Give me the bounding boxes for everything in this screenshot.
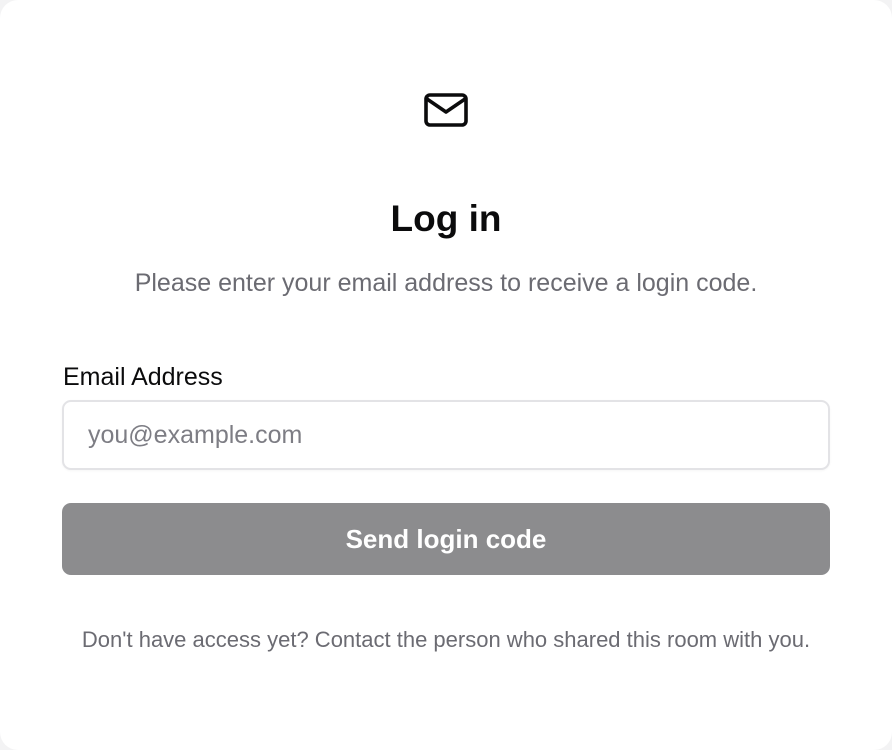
page-subtitle: Please enter your email address to recei… [134, 269, 758, 297]
login-card: Log in Please enter your email address t… [0, 0, 892, 750]
send-login-code-button[interactable]: Send login code [62, 503, 830, 575]
mail-icon-container [0, 90, 892, 134]
page-title: Log in [390, 198, 502, 239]
access-help-text: Don't have access yet? Contact the perso… [81, 627, 811, 652]
email-label: Email Address [63, 363, 223, 391]
email-input[interactable] [62, 400, 830, 470]
mail-icon [424, 93, 468, 127]
